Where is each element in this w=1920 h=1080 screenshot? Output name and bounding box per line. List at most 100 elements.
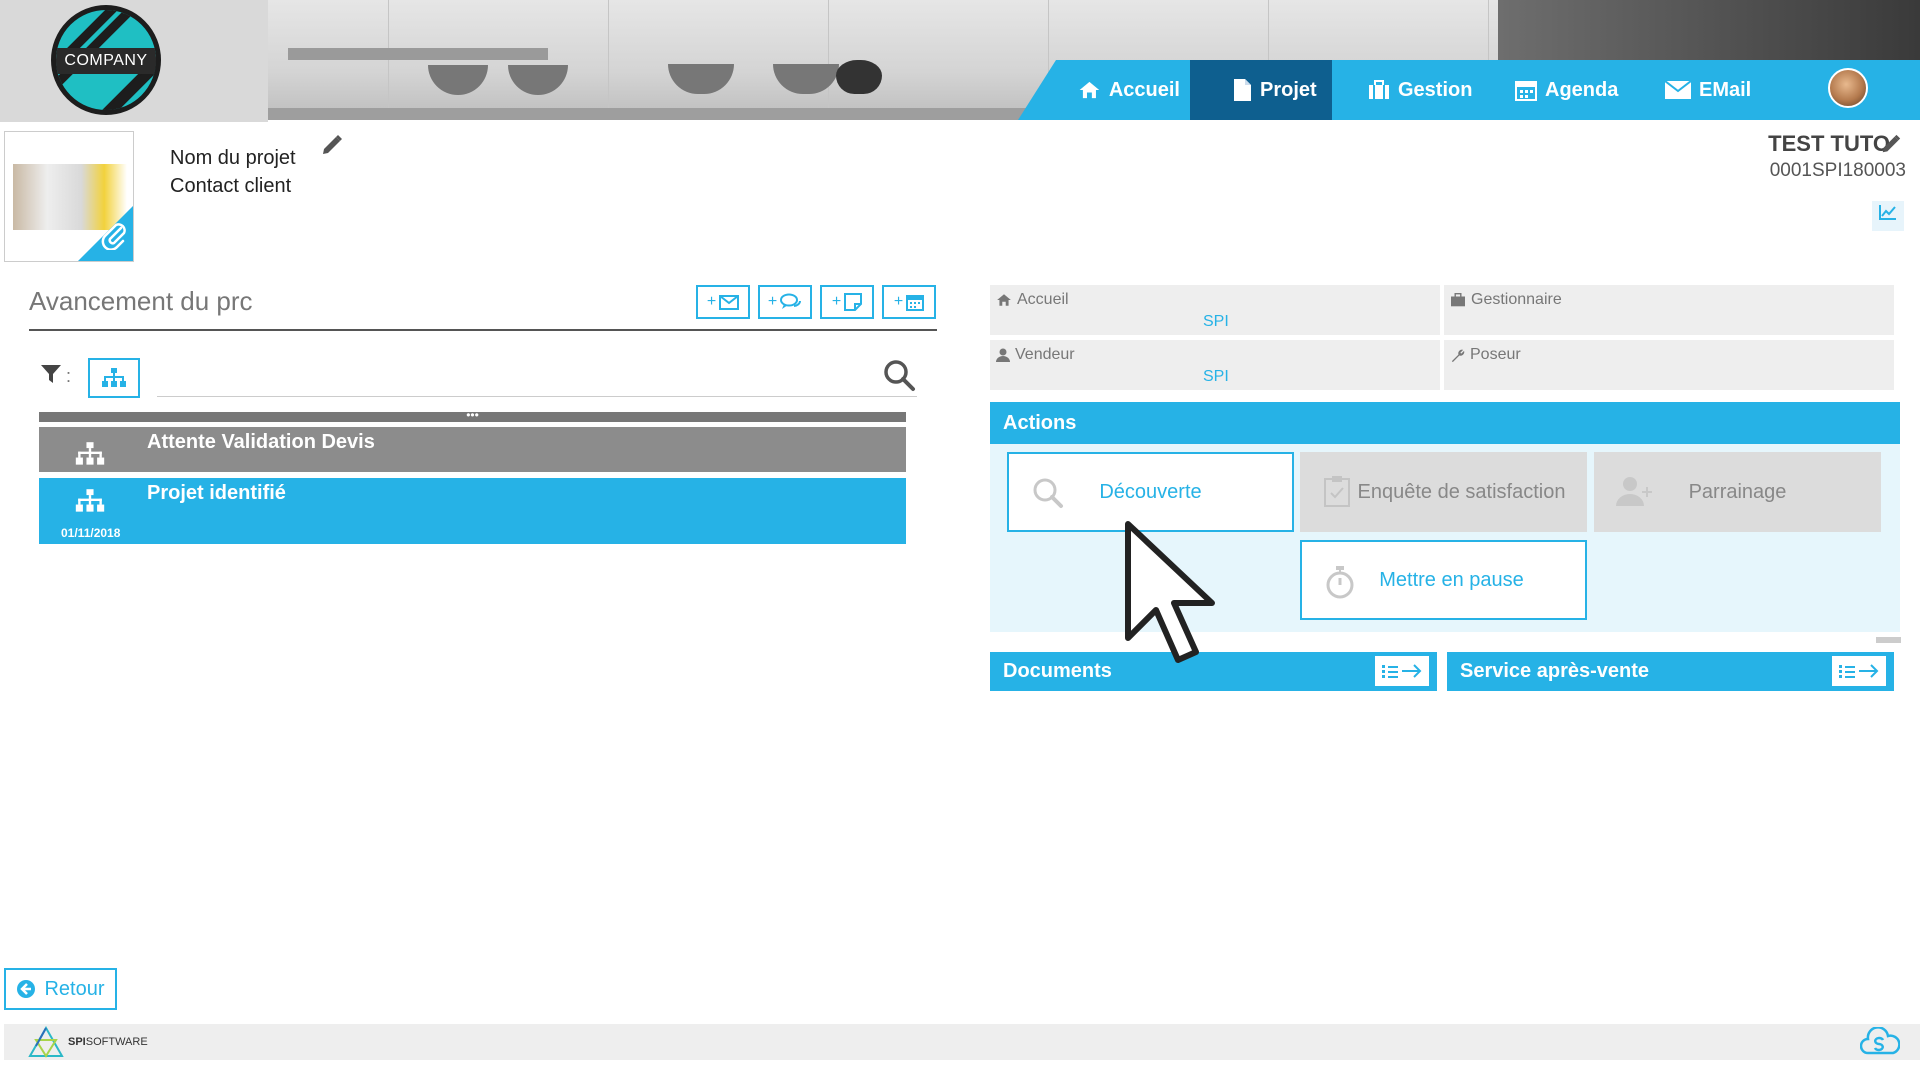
list-arrow-icon [1839,664,1879,678]
stopwatch-icon [1324,564,1356,606]
parrainage-button[interactable]: Parrainage [1594,452,1881,532]
user-plus-icon [1616,474,1656,514]
sav-header: Service après-vente [1447,652,1894,691]
info-accueil-label-text: Accueil [1017,291,1069,308]
info-vendeur-label: Vendeur [996,346,1075,364]
info-gestionnaire-label-text: Gestionnaire [1471,291,1562,308]
documents-title: Documents [1003,660,1112,682]
user-avatar[interactable] [1828,68,1868,108]
edit-client-pencil-icon[interactable] [1880,133,1902,160]
envelope-icon [719,294,740,310]
stats-chart-button[interactable] [1872,201,1904,231]
wrench-icon [1451,349,1465,362]
info-poseur-label: Poseur [1450,346,1521,364]
mettre-en-pause-button[interactable]: Mettre en pause [1300,540,1587,620]
info-gestionnaire-label: Gestionnaire [1450,291,1562,309]
project-thumbnail[interactable] [4,131,134,262]
actions-header: Actions [990,402,1900,444]
spi-logo-bold: SPI [68,1036,86,1048]
progress-title: Avancement du prc [29,286,253,316]
nav-email-label: EMail [1699,78,1752,101]
envelope-icon [1665,81,1691,99]
client-name-text: TEST TUTO [1768,131,1890,156]
company-logo-text: COMPANY [56,48,156,74]
info-poseur-label-text: Poseur [1470,346,1521,363]
search-input[interactable] [157,396,917,397]
stage-row-current[interactable]: Projet identifié 01/11/2018 [39,478,906,544]
collapse-handle[interactable]: ••• [39,409,906,422]
sitemap-icon [74,488,106,519]
mouse-cursor-icon [1124,520,1216,671]
info-vendeur: Vendeur SPI [990,340,1440,390]
stage-title: Projet identifié [147,482,286,504]
nav-accueil-label: Accueil [1108,78,1180,101]
enquete-satisfaction-button[interactable]: Enquête de satisfaction [1300,452,1587,532]
plus-sign: + [706,293,717,310]
client-name: TEST TUTO [1768,131,1890,157]
panel-scroll-handle[interactable] [1876,637,1901,643]
back-button-label: Retour [44,977,105,1000]
nav-gestion-label: Gestion [1398,78,1473,101]
add-note-button[interactable]: + [820,285,874,319]
nav-agenda-label: Agenda [1545,78,1619,101]
home-icon [997,294,1011,306]
project-code: 0001SPI180003 [1769,160,1906,181]
back-button[interactable]: Retour [4,968,117,1010]
clipboard-check-icon [1322,474,1352,514]
decouverte-label: Découverte [1099,480,1202,503]
stage-row-pending[interactable]: Attente Validation Devis [39,427,906,472]
parrainage-label: Parrainage [1688,480,1787,503]
support-cloud-icon[interactable] [1859,1026,1901,1062]
edit-pencil-icon[interactable] [320,133,344,163]
comments-icon [780,293,802,309]
search-icon[interactable] [882,358,916,397]
info-accueil-value[interactable]: SPI [1203,313,1229,331]
nav-projet-label: Projet [1260,78,1317,101]
add-email-button[interactable]: + [696,285,750,319]
add-comment-button[interactable]: + [758,285,812,319]
stage-title: Attente Validation Devis [147,431,375,453]
project-name-label: Nom du projet [170,147,296,169]
home-icon [1079,81,1100,99]
spi-software-logo: SPISOFTWARE [28,1026,148,1058]
sitemap-icon [74,441,106,472]
documents-open-button[interactable] [1375,656,1429,686]
company-logo[interactable]: COMPANY [51,5,161,115]
file-icon [1234,79,1251,101]
nav-gestion[interactable]: Gestion [1358,60,1498,120]
plus-sign: + [767,293,778,310]
paperclip-icon[interactable] [101,222,127,257]
info-vendeur-label-text: Vendeur [1015,346,1075,363]
sav-title: Service après-vente [1460,660,1650,682]
sitemap-icon [102,368,126,387]
user-icon [996,348,1010,362]
plus-sign: + [893,293,904,310]
add-appointment-button[interactable]: + [882,285,936,319]
nav-accueil[interactable]: Accueil [1068,60,1190,120]
nav-email[interactable]: EMail [1655,60,1775,120]
filter-separator: : [66,366,72,386]
stage-date: 01/11/2018 [61,526,121,540]
spi-logo-icon [28,1026,64,1058]
calendar-icon [906,295,925,311]
sav-open-button[interactable] [1832,656,1886,686]
client-contact-label: Contact client [170,175,292,197]
mettre-en-pause-label: Mettre en pause [1379,568,1524,591]
briefcase-icon [1451,293,1465,307]
actions-title: Actions [1003,411,1077,434]
tree-view-toggle[interactable] [88,358,140,398]
info-poseur: Poseur [1444,340,1894,390]
line-chart-icon [1879,205,1896,220]
footer-bar [4,1024,1920,1060]
enquete-satisfaction-label: Enquête de satisfaction [1357,480,1566,503]
plus-sign: + [831,293,842,310]
nav-agenda[interactable]: Agenda [1505,60,1645,120]
arrow-circle-left-icon [17,980,36,998]
info-vendeur-value[interactable]: SPI [1203,368,1229,386]
spi-logo-rest: SOFTWARE [85,1036,148,1048]
sticky-note-icon [844,293,863,311]
info-gestionnaire: Gestionnaire [1444,285,1894,335]
filter-icon[interactable] [40,364,62,390]
nav-projet[interactable]: Projet [1190,60,1332,120]
list-arrow-icon [1382,664,1422,678]
